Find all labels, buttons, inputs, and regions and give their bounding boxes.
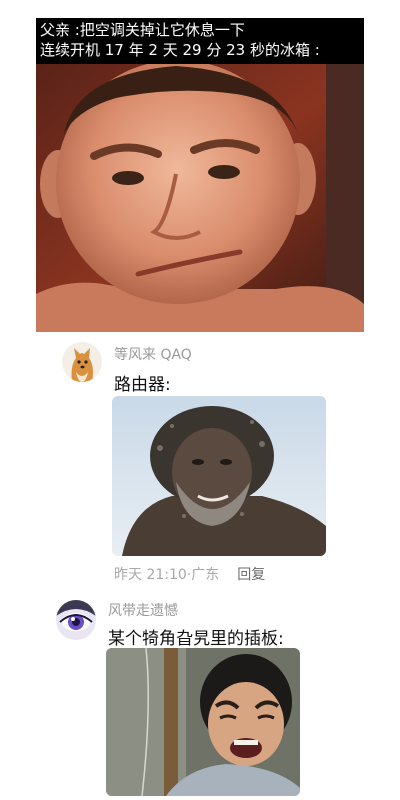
avatar[interactable]: [56, 600, 96, 640]
comment-location: 广东: [191, 567, 220, 583]
anime-eye-avatar-icon: [56, 600, 96, 640]
smirking-man-photo: [36, 64, 364, 332]
comment-item: 等风来 QAQ 路由器: 昨天 21:10·广东 回复: [0, 340, 400, 590]
shiba-dog-avatar-icon: [62, 342, 102, 382]
crying-man-photo: [106, 648, 300, 796]
comment-username[interactable]: 等风来 QAQ: [114, 344, 192, 364]
comment-item: 风带走遗憾 某个犄角旮旯里的插板:: [0, 596, 400, 800]
comment-image[interactable]: [112, 396, 326, 556]
comment-meta: 昨天 21:10·广东 回复: [114, 564, 265, 584]
meme-caption-line-2: 连续开机 17 年 2 天 29 分 23 秒的冰箱 :: [40, 41, 320, 59]
meme-image[interactable]: 父亲 :把空调关掉让它休息一下 连续开机 17 年 2 天 29 分 23 秒的…: [36, 18, 364, 332]
comment-username[interactable]: 风带走遗憾: [108, 600, 178, 620]
feed-page: 父亲 :把空调关掉让它休息一下 连续开机 17 年 2 天 29 分 23 秒的…: [0, 0, 400, 800]
meme-caption: 父亲 :把空调关掉让它休息一下 连续开机 17 年 2 天 29 分 23 秒的…: [40, 20, 360, 60]
dirty-man-photo: [112, 396, 326, 556]
comment-time: 昨天 21:10: [114, 567, 187, 583]
avatar[interactable]: [62, 342, 102, 382]
reply-button[interactable]: 回复: [237, 567, 265, 583]
comment-text: 某个犄角旮旯里的插板:: [108, 629, 284, 649]
comment-image[interactable]: [106, 648, 300, 796]
comment-text: 路由器:: [114, 375, 171, 395]
meme-caption-line-1: 父亲 :把空调关掉让它休息一下: [40, 21, 245, 39]
